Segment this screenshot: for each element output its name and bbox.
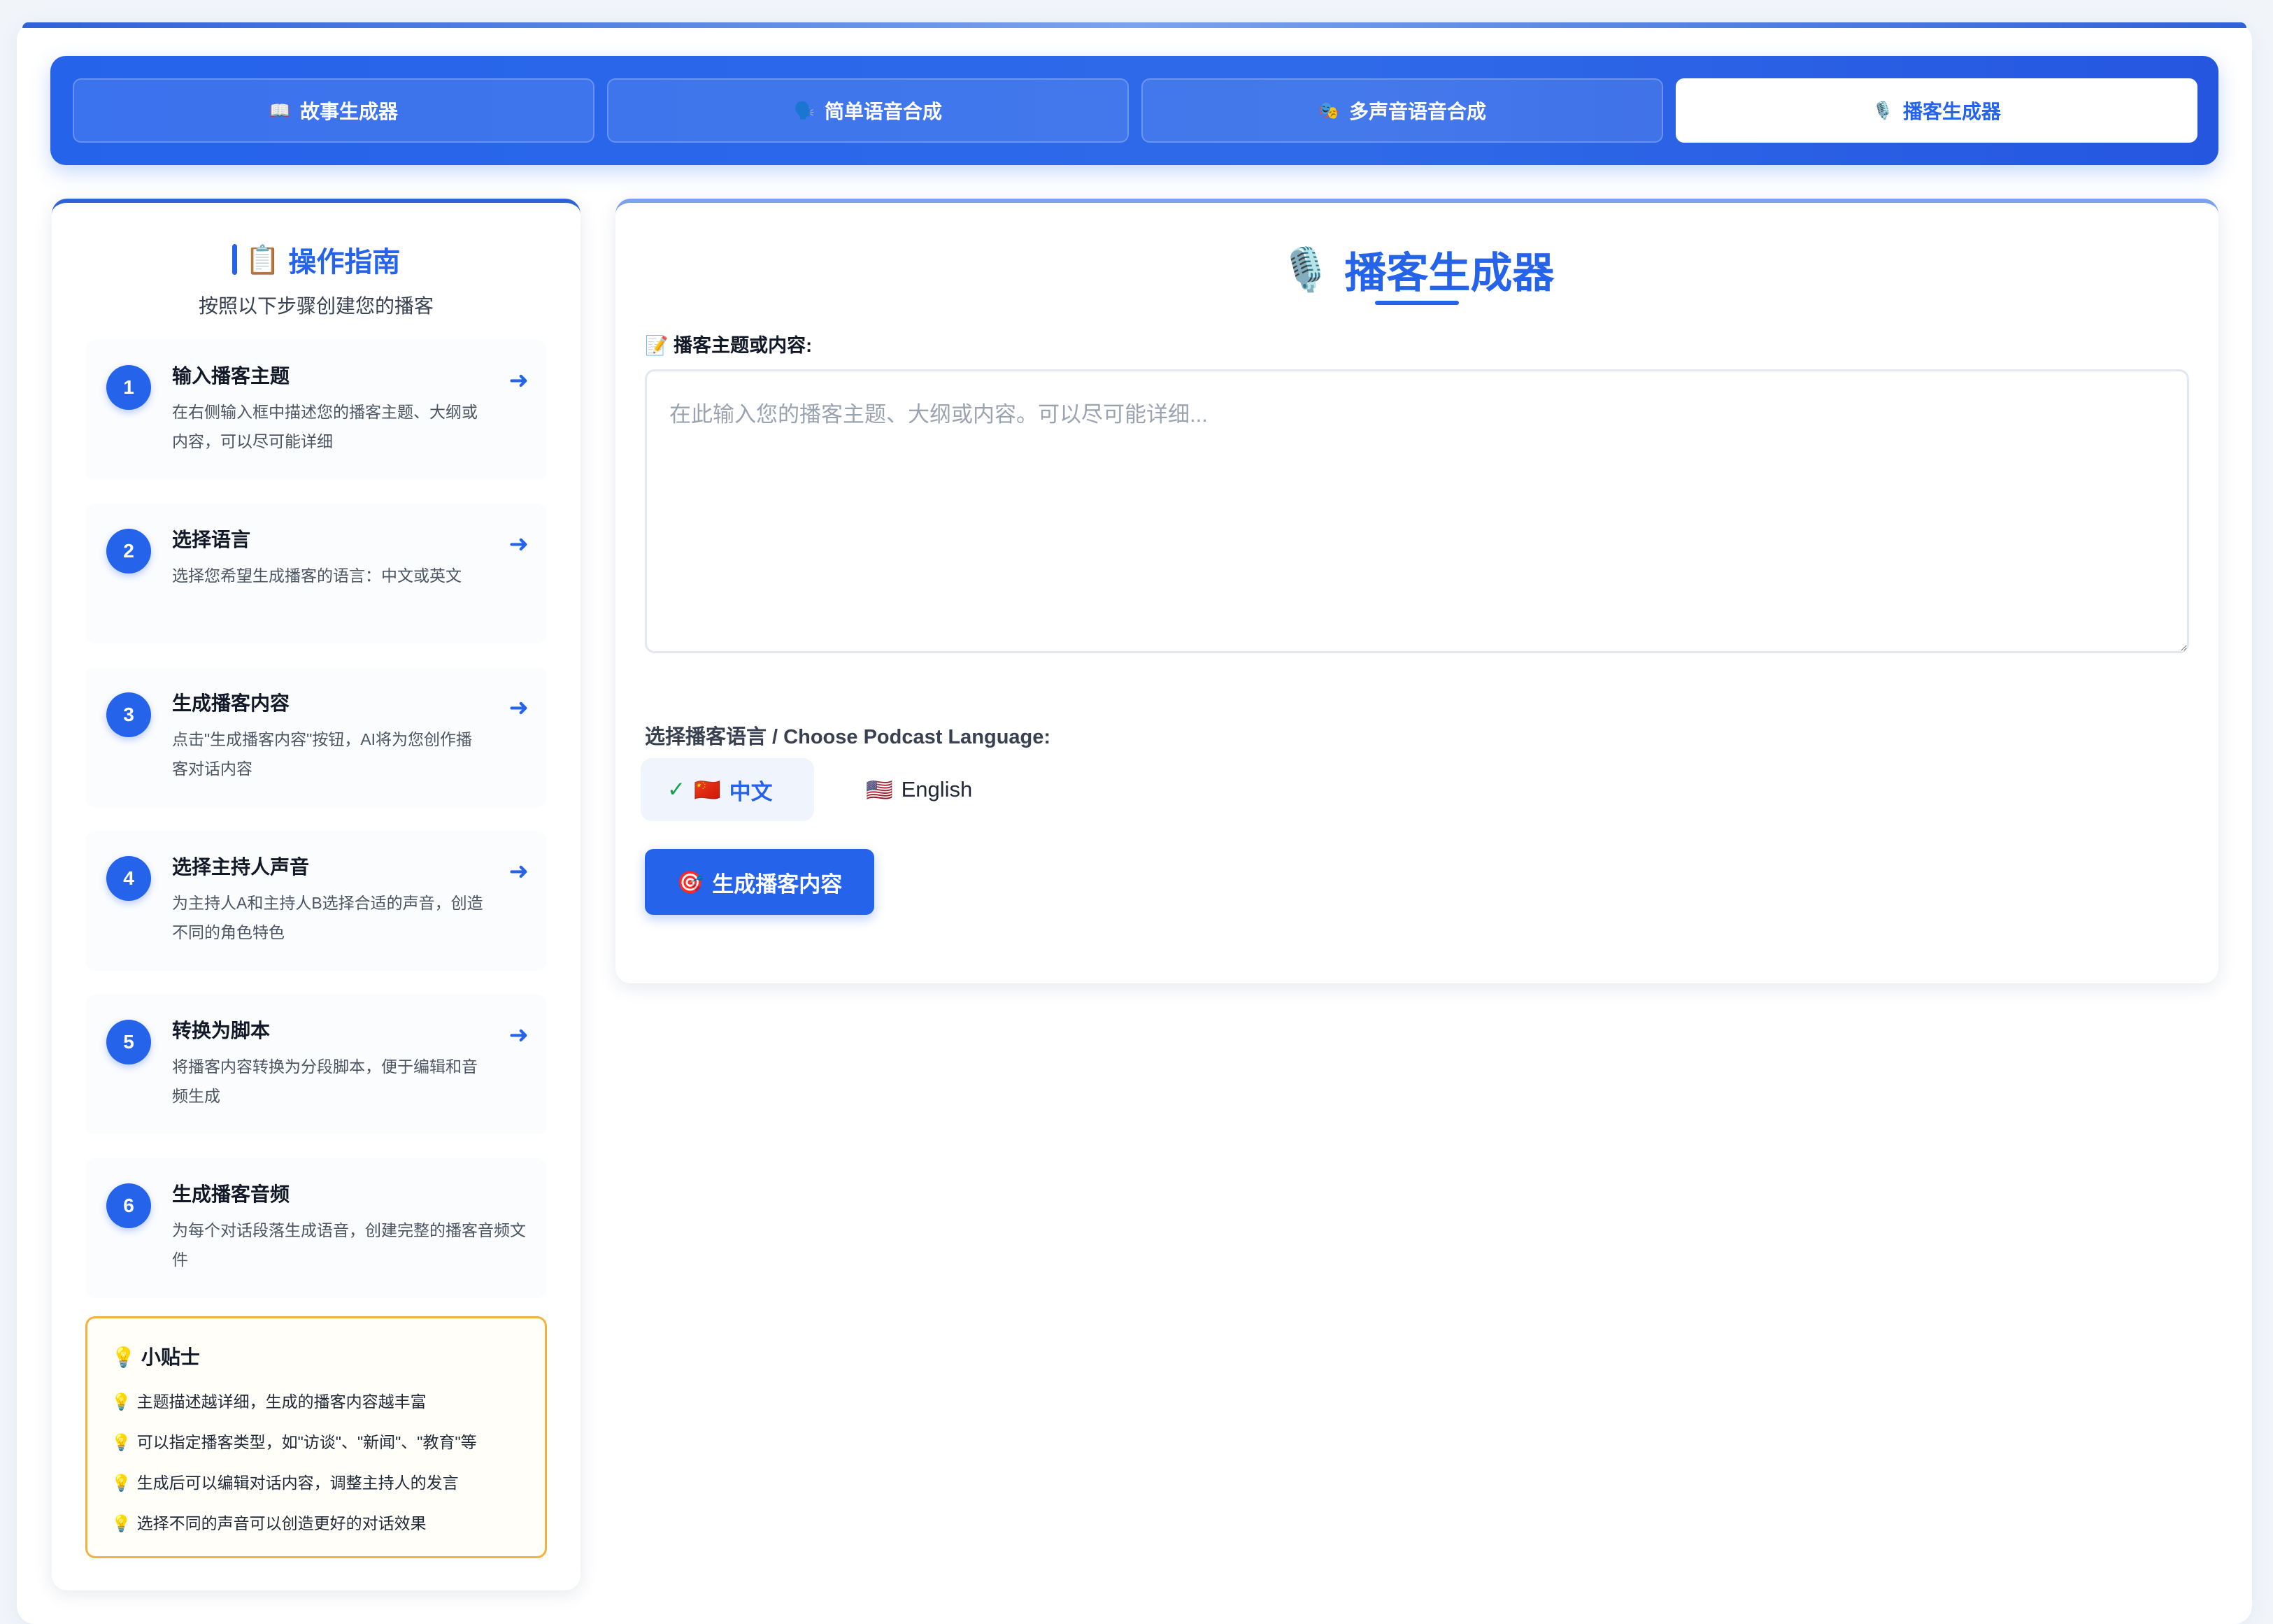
target-icon: 🎯: [676, 869, 704, 895]
lightbulb-icon: 💡: [111, 1474, 131, 1492]
language-option-english[interactable]: 🇺🇸 English: [839, 758, 1000, 821]
step-number: 4: [106, 856, 151, 901]
step-number: 2: [106, 529, 151, 574]
microphone-icon: 🎙️: [1279, 246, 1332, 293]
clipboard-icon: 📋: [245, 244, 280, 276]
title-underline: [1375, 301, 1459, 305]
step-description: 为主持人A和主持人B选择合适的声音，创造不同的角色特色: [172, 894, 483, 941]
book-icon: 📖: [269, 101, 290, 120]
arrow-right-icon: ➜: [508, 858, 529, 885]
lightbulb-icon: 💡: [111, 1433, 131, 1451]
tip-item: 💡 选择不同的声音可以创造更好的对话效果: [111, 1510, 427, 1534]
page-title-text: 播客生成器: [1344, 250, 1555, 297]
step-number: 3: [106, 692, 151, 737]
lightbulb-icon: 💡: [111, 1514, 131, 1532]
tab-simple-tts[interactable]: 🗣️ 简单语音合成: [607, 78, 1129, 143]
guide-title-text: 操作指南: [288, 247, 401, 278]
us-flag-icon: 🇺🇸: [866, 777, 893, 802]
step-description: 为每个对话段落生成语音，创建完整的播客音频文件: [172, 1221, 526, 1269]
tip-text: 生成后可以编辑对话内容，调整主持人的发言: [136, 1474, 459, 1492]
tab-bar: 📖 故事生成器 🗣️ 简单语音合成 🎭 多声音语音合成 🎙️ 播客生成器: [50, 56, 2218, 165]
arrow-right-icon: ➜: [508, 531, 529, 557]
step-title: 转换为脚本: [172, 1020, 271, 1041]
generate-podcast-button[interactable]: 🎯 生成播客内容: [645, 849, 874, 915]
topic-label: 📝 播客主题或内容:: [645, 335, 813, 356]
step-number: 6: [106, 1183, 151, 1228]
guide-panel: 📋 操作指南 按照以下步骤创建您的播客 1 输入播客主题 在右侧输入框中描述您的…: [52, 199, 580, 1590]
tip-text: 主题描述越详细，生成的播客内容越丰富: [136, 1392, 427, 1411]
arrow-right-icon: ➜: [508, 695, 529, 721]
microphone-icon: 🎙️: [1872, 101, 1893, 120]
generate-button-label: 生成播客内容: [712, 871, 843, 897]
step-title: 选择主持人声音: [172, 856, 310, 878]
step-title: 输入播客主题: [172, 365, 290, 387]
step-title: 生成播客音频: [172, 1183, 290, 1205]
page-title: 🎙️ 播客生成器: [615, 239, 2218, 300]
tab-label: 多声音语音合成: [1348, 101, 1486, 122]
china-flag-icon: 🇨🇳: [693, 777, 721, 802]
step-description: 将播客内容转换为分段脚本，便于编辑和音频生成: [172, 1057, 478, 1105]
language-label: 选择播客语言 / Choose Podcast Language:: [645, 726, 1051, 748]
topic-input[interactable]: [645, 369, 2189, 653]
step-card-6: 6 生成播客音频 为每个对话段落生成语音，创建完整的播客音频文件: [85, 1158, 547, 1298]
tab-label: 简单语音合成: [824, 101, 942, 122]
guide-subtitle: 按照以下步骤创建您的播客: [198, 295, 434, 317]
tip-item: 💡 生成后可以编辑对话内容，调整主持人的发言: [111, 1469, 459, 1493]
tip-text: 可以指定播客类型，如"访谈"、"新闻"、"教育"等: [136, 1433, 477, 1451]
tip-item: 💡 主题描述越详细，生成的播客内容越丰富: [111, 1388, 427, 1412]
lightbulb-icon: 💡: [111, 1346, 136, 1368]
tab-label: 故事生成器: [299, 101, 398, 122]
tab-story-generator[interactable]: 📖 故事生成器: [73, 78, 594, 143]
step-description: 在右侧输入框中描述您的播客主题、大纲或内容，可以尽可能详细: [172, 403, 478, 450]
guide-title: 📋 操作指南: [52, 239, 580, 280]
tips-title-text: 小贴士: [141, 1346, 200, 1368]
tips-box: 💡 小贴士 💡 主题描述越详细，生成的播客内容越丰富 💡 可以指定播客类型，如"访谈"…: [85, 1316, 547, 1558]
title-accent-bar: [231, 244, 237, 275]
top-accent-line: [22, 22, 2246, 28]
tab-podcast-generator[interactable]: 🎙️ 播客生成器: [1676, 78, 2197, 143]
step-title: 选择语言: [172, 529, 251, 550]
language-label-chinese: 中文: [729, 779, 773, 804]
tab-label: 播客生成器: [1902, 101, 2001, 122]
check-icon: ✓: [667, 777, 685, 802]
step-number: 1: [106, 365, 151, 410]
step-number: 5: [106, 1020, 151, 1064]
step-description: 选择您希望生成播客的语言：中文或英文: [172, 567, 462, 585]
lightbulb-icon: 💡: [111, 1392, 131, 1411]
arrow-right-icon: ➜: [508, 1022, 529, 1048]
language-label-english: English: [901, 777, 973, 802]
step-card-2: 2 选择语言 选择您希望生成播客的语言：中文或英文 ➜: [85, 504, 547, 643]
podcast-generator-panel: 🎙️ 播客生成器 📝 播客主题或内容: 选择播客语言 / Choose Podc…: [615, 199, 2218, 983]
arrow-right-icon: ➜: [508, 367, 529, 394]
step-card-5: 5 转换为脚本 将播客内容转换为分段脚本，便于编辑和音频生成 ➜: [85, 995, 547, 1134]
tab-multi-voice-tts[interactable]: 🎭 多声音语音合成: [1141, 78, 1663, 143]
tips-title: 💡 小贴士: [111, 1342, 200, 1370]
tip-item: 💡 可以指定播客类型，如"访谈"、"新闻"、"教育"等: [111, 1429, 477, 1453]
speaking-head-icon: 🗣️: [794, 101, 815, 120]
tip-text: 选择不同的声音可以创造更好的对话效果: [136, 1514, 427, 1532]
theater-masks-icon: 🎭: [1318, 101, 1339, 120]
step-card-3: 3 生成播客内容 点击"生成播客内容"按钮，AI将为您创作播客对话内容 ➜: [85, 667, 547, 807]
language-option-chinese[interactable]: ✓ 🇨🇳 中文: [641, 758, 814, 821]
step-card-4: 4 选择主持人声音 为主持人A和主持人B选择合适的声音，创造不同的角色特色 ➜: [85, 831, 547, 971]
step-description: 点击"生成播客内容"按钮，AI将为您创作播客对话内容: [172, 730, 473, 778]
step-title: 生成播客内容: [172, 692, 290, 714]
step-card-1: 1 输入播客主题 在右侧输入框中描述您的播客主题、大纲或内容，可以尽可能详细 ➜: [85, 340, 547, 480]
